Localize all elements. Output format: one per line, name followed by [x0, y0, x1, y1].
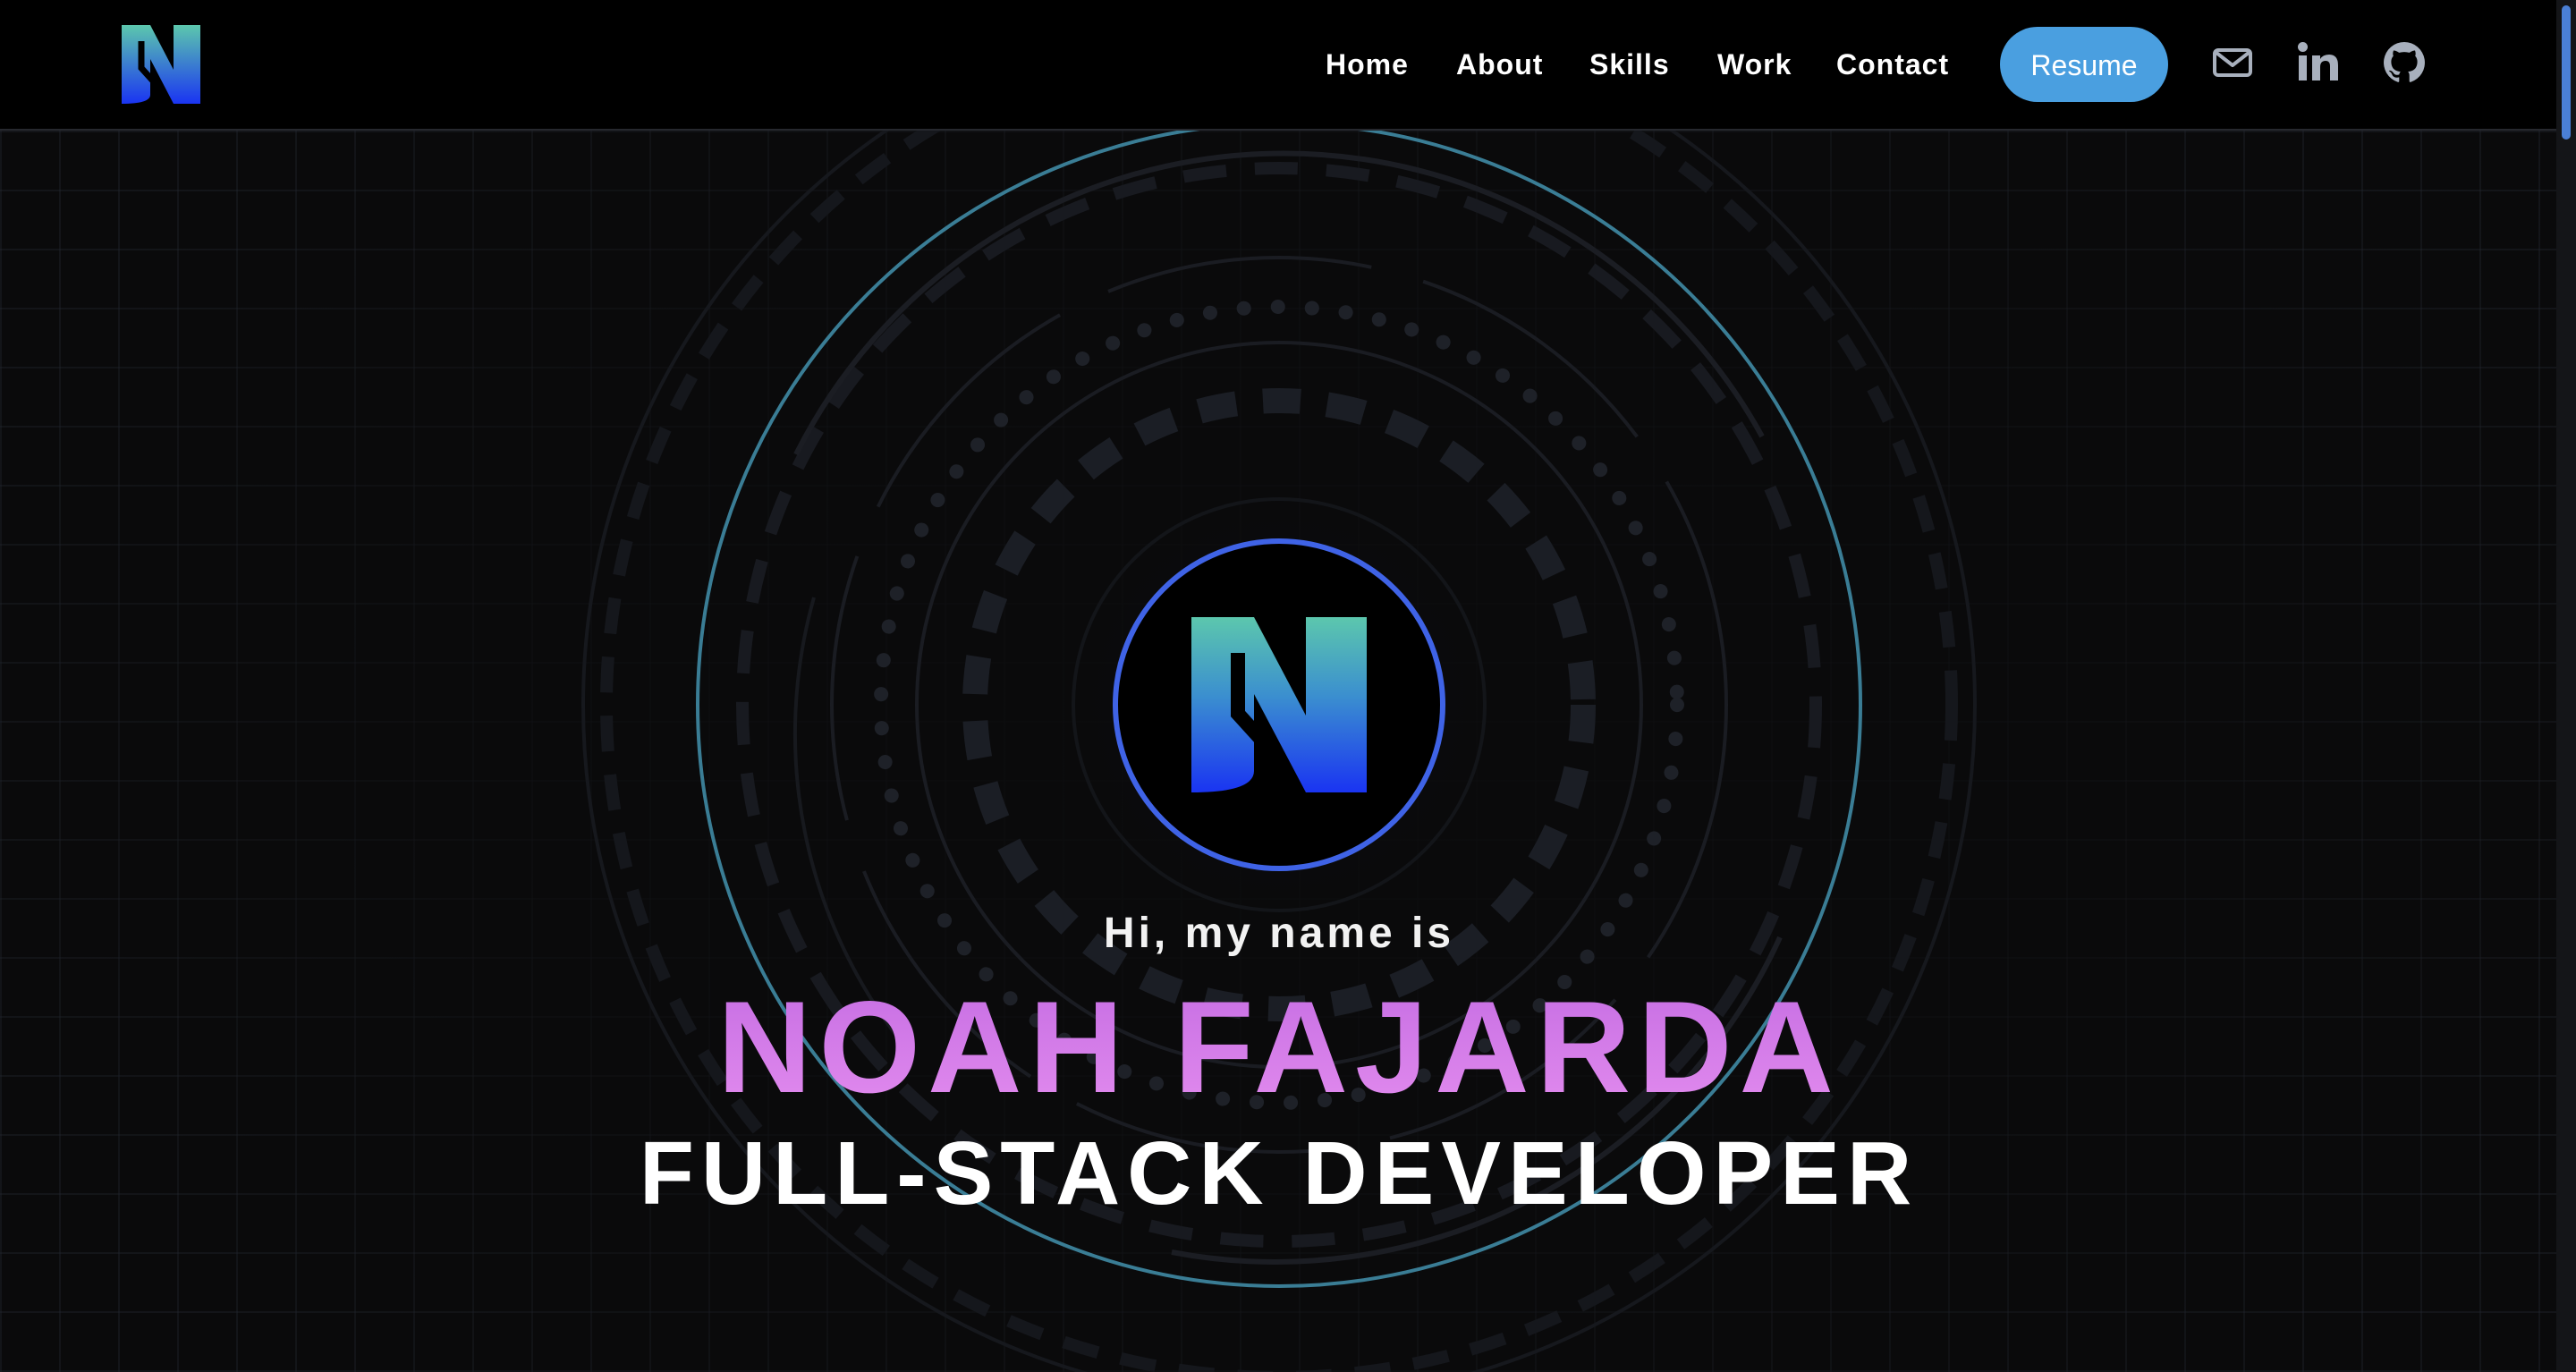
- resume-button[interactable]: Resume: [2000, 27, 2168, 102]
- nav-home-link[interactable]: Home: [1326, 47, 1409, 82]
- nav-about-link[interactable]: About: [1456, 47, 1543, 82]
- mail-icon[interactable]: [2209, 39, 2256, 86]
- brand-logo-icon[interactable]: [122, 25, 200, 104]
- site-header: Home About Skills Work Contact Resume: [0, 0, 2576, 131]
- hero-greeting: Hi, my name is: [1103, 910, 1455, 957]
- github-icon[interactable]: [2381, 39, 2428, 86]
- scrollbar-thumb[interactable]: [2562, 5, 2571, 140]
- nav-work-link[interactable]: Work: [1717, 47, 1792, 82]
- nav-skills-link[interactable]: Skills: [1589, 47, 1670, 82]
- page-scrollbar[interactable]: [2556, 0, 2576, 1372]
- page: Home About Skills Work Contact Resume Hi…: [0, 0, 2576, 1372]
- nav-contact-link[interactable]: Contact: [1836, 47, 1949, 82]
- linkedin-icon[interactable]: [2295, 39, 2342, 86]
- hero-name: NOAH FAJARDA: [0, 980, 2558, 1114]
- hero-role: FULL-STACK DEVELOPER: [639, 1123, 1919, 1224]
